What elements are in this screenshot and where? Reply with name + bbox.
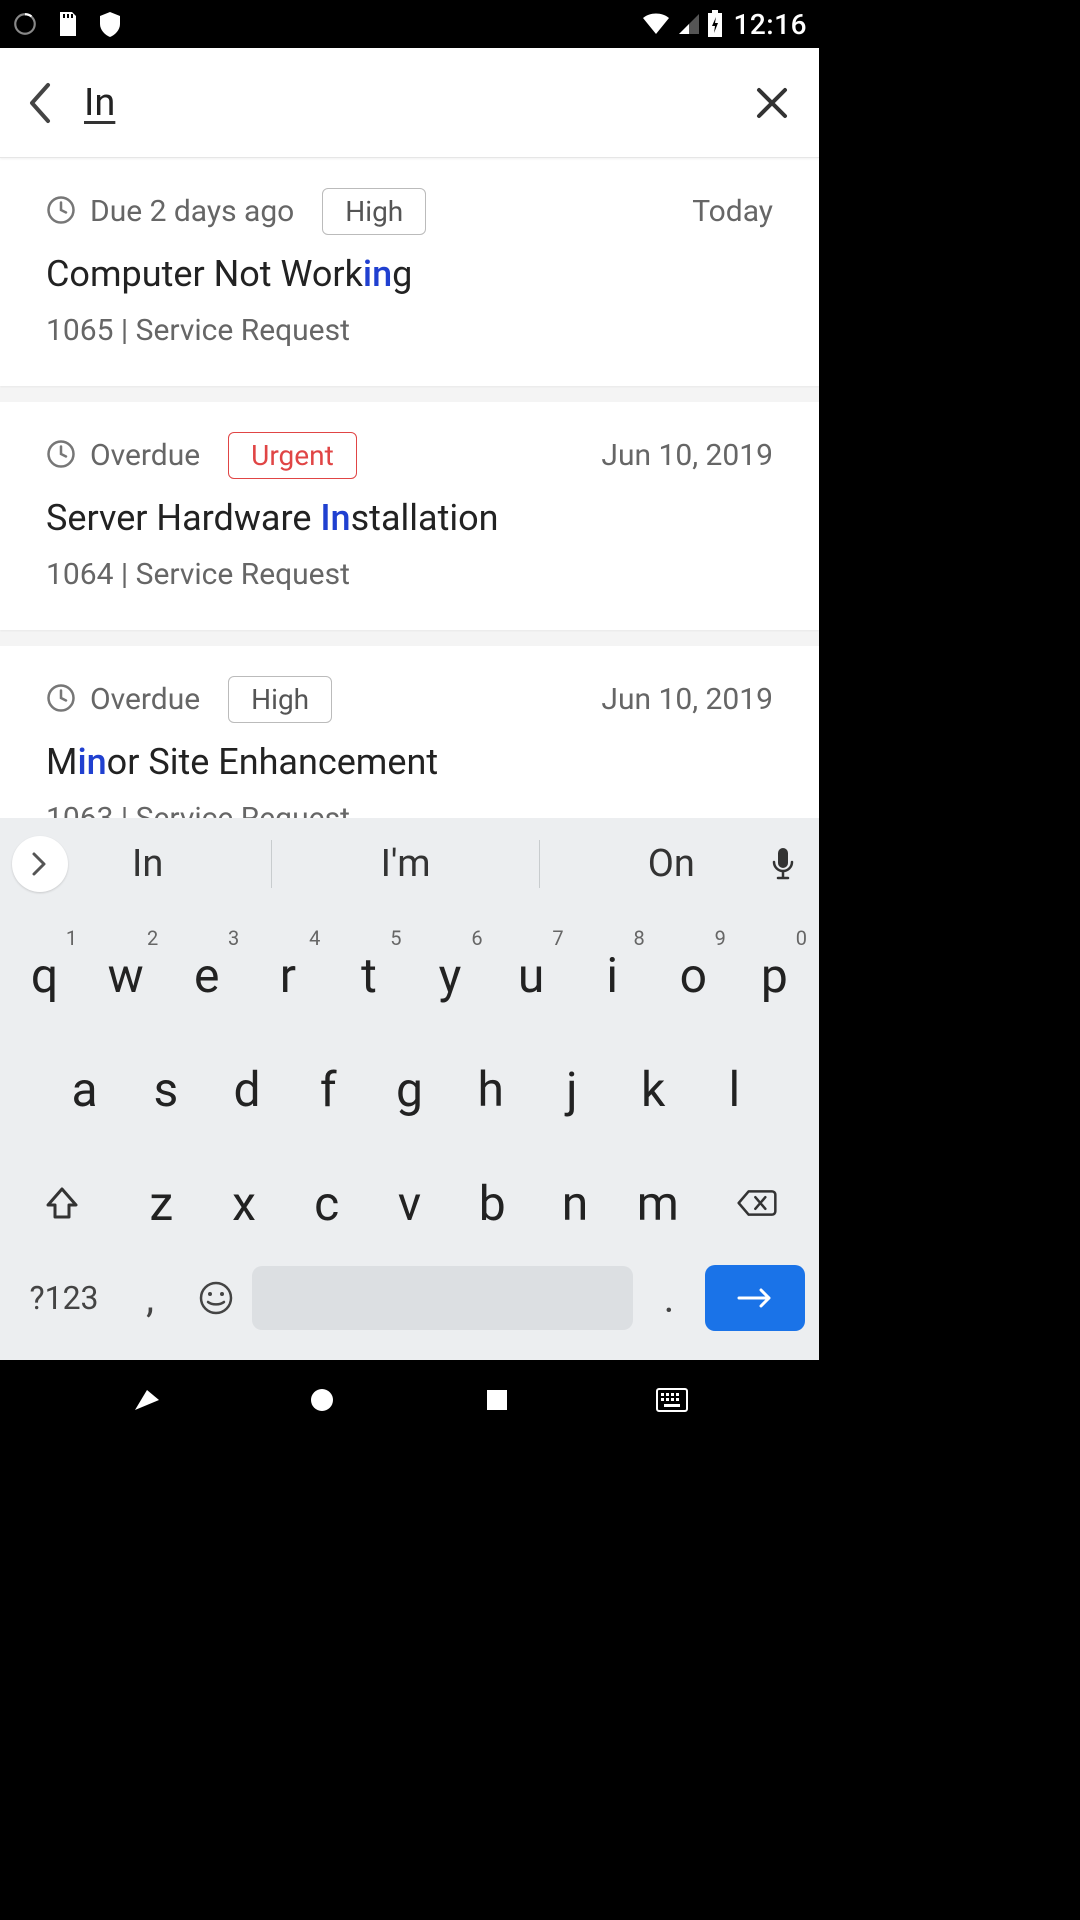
clock-icon bbox=[46, 439, 76, 473]
priority-badge: High bbox=[228, 676, 332, 723]
key-b[interactable]: b bbox=[451, 1148, 534, 1258]
key-w[interactable]: 2w bbox=[85, 920, 166, 1030]
key-o[interactable]: 9o bbox=[653, 920, 734, 1030]
card-date: Jun 10, 2019 bbox=[601, 438, 773, 473]
result-card[interactable]: Overdue Urgent Jun 10, 2019 Server Hardw… bbox=[0, 402, 819, 630]
nav-home-button[interactable] bbox=[302, 1380, 342, 1420]
shift-key[interactable] bbox=[4, 1148, 120, 1258]
signal-icon bbox=[677, 12, 701, 36]
android-nav-bar bbox=[0, 1360, 819, 1440]
key-z[interactable]: z bbox=[120, 1148, 203, 1258]
keyboard-suggestion[interactable]: In bbox=[112, 842, 183, 886]
enter-key[interactable] bbox=[705, 1265, 805, 1331]
keyboard-suggestion-bar: In I'm On bbox=[0, 818, 819, 910]
due-text: Overdue bbox=[90, 682, 200, 717]
key-k[interactable]: k bbox=[613, 1034, 694, 1144]
key-i[interactable]: 8i bbox=[572, 920, 653, 1030]
key-h[interactable]: h bbox=[450, 1034, 531, 1144]
card-title: Minor Site Enhancement bbox=[46, 741, 773, 783]
suggestion-separator bbox=[271, 840, 272, 888]
card-date: Jun 10, 2019 bbox=[601, 682, 773, 717]
keyboard-row-1: 1q2w3e4r5t6y7u8i9o0p bbox=[4, 920, 815, 1030]
key-d[interactable]: d bbox=[206, 1034, 287, 1144]
keyboard-expand-button[interactable] bbox=[12, 836, 68, 892]
keyboard-row-2: asdfghjkl bbox=[4, 1034, 815, 1144]
sd-card-icon bbox=[56, 10, 80, 38]
result-card[interactable]: Due 2 days ago High Today Computer Not W… bbox=[0, 158, 819, 386]
clear-search-button[interactable] bbox=[749, 80, 795, 126]
key-m[interactable]: m bbox=[616, 1148, 699, 1258]
key-u[interactable]: 7u bbox=[491, 920, 572, 1030]
key-j[interactable]: j bbox=[531, 1034, 612, 1144]
key-g[interactable]: g bbox=[369, 1034, 450, 1144]
due-text: Due 2 days ago bbox=[90, 194, 294, 229]
backspace-key[interactable] bbox=[699, 1148, 815, 1258]
suggestion-separator bbox=[539, 840, 540, 888]
key-x[interactable]: x bbox=[203, 1148, 286, 1258]
priority-badge: Urgent bbox=[228, 432, 357, 479]
card-date: Today bbox=[692, 194, 773, 229]
period-key[interactable]: . bbox=[639, 1264, 699, 1332]
key-t[interactable]: 5t bbox=[328, 920, 409, 1030]
card-meta: 1065 | Service Request bbox=[46, 313, 773, 348]
keyboard-row-3: zxcvbnm bbox=[4, 1148, 815, 1258]
emoji-key[interactable] bbox=[186, 1264, 246, 1332]
mic-icon[interactable] bbox=[759, 840, 807, 888]
key-a[interactable]: a bbox=[44, 1034, 125, 1144]
search-header: In bbox=[0, 48, 819, 158]
key-n[interactable]: n bbox=[534, 1148, 617, 1258]
search-input[interactable]: In bbox=[84, 81, 115, 125]
status-right-icons: 12:16 bbox=[641, 8, 807, 41]
battery-charging-icon bbox=[707, 10, 723, 38]
card-title: Server Hardware Installation bbox=[46, 497, 773, 539]
key-e[interactable]: 3e bbox=[166, 920, 247, 1030]
status-left-icons bbox=[12, 10, 122, 38]
comma-key[interactable]: , bbox=[120, 1264, 180, 1332]
key-p[interactable]: 0p bbox=[734, 920, 815, 1030]
key-q[interactable]: 1q bbox=[4, 920, 85, 1030]
card-title: Computer Not Working bbox=[46, 253, 773, 295]
shield-icon bbox=[98, 10, 122, 38]
key-l[interactable]: l bbox=[694, 1034, 775, 1144]
key-r[interactable]: 4r bbox=[247, 920, 328, 1030]
status-time: 12:16 bbox=[733, 8, 807, 41]
key-c[interactable]: c bbox=[285, 1148, 368, 1258]
keyboard-suggestion[interactable]: I'm bbox=[361, 842, 451, 886]
clock-icon bbox=[46, 683, 76, 717]
nav-keyboard-switcher-button[interactable] bbox=[652, 1380, 692, 1420]
key-y[interactable]: 6y bbox=[409, 920, 490, 1030]
space-key[interactable] bbox=[252, 1266, 633, 1330]
card-meta: 1064 | Service Request bbox=[46, 557, 773, 592]
key-v[interactable]: v bbox=[368, 1148, 451, 1258]
priority-badge: High bbox=[322, 188, 426, 235]
key-s[interactable]: s bbox=[125, 1034, 206, 1144]
key-f[interactable]: f bbox=[288, 1034, 369, 1144]
nav-recents-button[interactable] bbox=[477, 1380, 517, 1420]
due-text: Overdue bbox=[90, 438, 200, 473]
soft-keyboard: In I'm On 1q2w3e4r5t6y7u8i9o0p asdfghjkl… bbox=[0, 818, 819, 1360]
clock-icon bbox=[46, 195, 76, 229]
nav-back-button[interactable] bbox=[127, 1380, 167, 1420]
loading-icon bbox=[12, 11, 38, 37]
symbols-key[interactable]: ?123 bbox=[14, 1264, 114, 1332]
keyboard-row-bottom: ?123 , . bbox=[4, 1258, 815, 1346]
search-input-wrap: In bbox=[84, 81, 749, 125]
keyboard-suggestion[interactable]: On bbox=[628, 842, 715, 886]
wifi-icon bbox=[641, 12, 671, 36]
status-bar: 12:16 bbox=[0, 0, 819, 48]
back-button[interactable] bbox=[18, 80, 64, 126]
